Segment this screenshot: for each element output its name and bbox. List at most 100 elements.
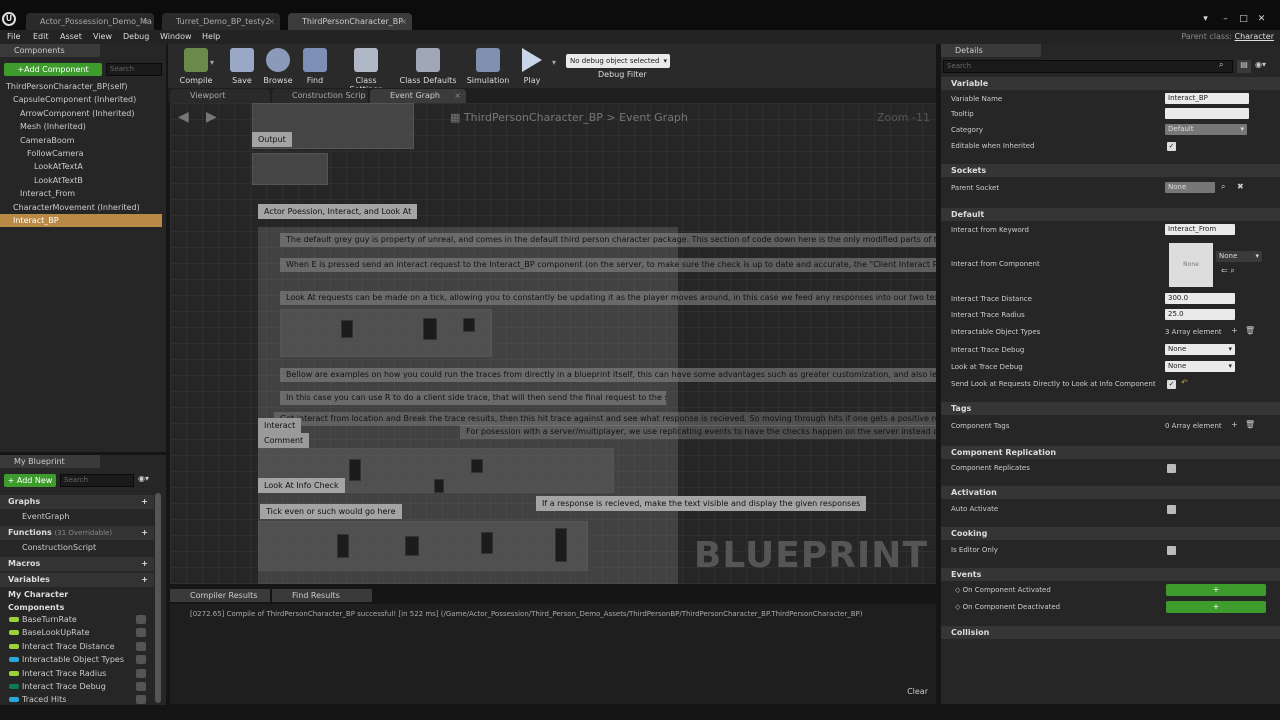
eye-icon[interactable]: [136, 615, 146, 624]
variable-item[interactable]: Interact Trace Debug: [0, 680, 150, 693]
reset-default-icon[interactable]: ↶: [1181, 378, 1188, 387]
my-character-category[interactable]: My Character: [0, 588, 150, 601]
object-types-label[interactable]: Interactable Object Types: [951, 326, 1040, 338]
add-tag-icon[interactable]: +: [1231, 420, 1238, 429]
component-tree-item[interactable]: CapsuleComponent (Inherited): [0, 93, 162, 106]
graph-node[interactable]: [555, 528, 567, 562]
event-graph-item[interactable]: EventGraph: [0, 510, 150, 523]
events-section[interactable]: Events: [941, 568, 1280, 581]
sockets-section[interactable]: Sockets: [941, 164, 1280, 177]
close-window-icon[interactable]: ✕: [1254, 12, 1269, 26]
component-thumbnail[interactable]: None: [1169, 243, 1213, 287]
component-tree-item[interactable]: ThirdPersonCharacter_BP(self): [0, 80, 162, 93]
variable-item[interactable]: Traced Hits: [0, 693, 150, 706]
tab-turret-demo[interactable]: Turret_Demo_BP_testy2 ×: [162, 13, 280, 30]
eye-icon[interactable]: [136, 628, 146, 638]
graphs-section[interactable]: Graphs +: [0, 495, 154, 509]
variable-item[interactable]: Interact Trace Radius: [0, 667, 150, 680]
close-icon[interactable]: ×: [454, 89, 461, 103]
auto-activate-checkbox[interactable]: [1167, 505, 1176, 514]
clear-socket-icon[interactable]: ✖: [1237, 182, 1244, 191]
clear-button[interactable]: Clear: [907, 687, 928, 696]
eye-icon[interactable]: [136, 655, 146, 665]
menu-view[interactable]: View: [93, 30, 112, 44]
graph-node[interactable]: [423, 318, 437, 340]
parent-socket-value[interactable]: None: [1165, 182, 1215, 193]
tab-third-person-character[interactable]: ThirdPersonCharacter_BP ×: [288, 13, 412, 30]
comment-desc3[interactable]: Look At requests can be made on a tick, …: [280, 291, 936, 305]
tab-compiler-results[interactable]: Compiler Results: [170, 589, 270, 602]
macros-section[interactable]: Macros +: [0, 557, 154, 571]
default-section[interactable]: Default: [941, 208, 1280, 221]
graph-node[interactable]: [341, 320, 353, 338]
eye-icon[interactable]: [136, 682, 146, 691]
graph-node[interactable]: [463, 318, 475, 332]
comment-main-title[interactable]: Actor Poession, Interact, and Look At: [258, 204, 418, 219]
tooltip-input[interactable]: [1165, 108, 1249, 119]
comment-response[interactable]: If a response is recieved, make the text…: [536, 496, 867, 511]
variable-item[interactable]: BaseLookUpRate: [0, 626, 150, 639]
tab-viewport[interactable]: Viewport: [170, 89, 270, 103]
replication-section[interactable]: Component Replication: [941, 446, 1280, 459]
node-cluster[interactable]: [252, 153, 328, 185]
send-look-at-checkbox[interactable]: ✓: [1167, 380, 1176, 389]
component-tree-item[interactable]: ArrowComponent (Inherited): [0, 107, 162, 120]
graph-node[interactable]: [481, 532, 493, 554]
comment-comment[interactable]: Comment: [258, 433, 310, 448]
variable-item[interactable]: BaseTurnRate: [0, 613, 150, 626]
menu-file[interactable]: File: [7, 30, 20, 44]
maximize-icon[interactable]: □: [1236, 12, 1251, 26]
category-select[interactable]: Default ▾: [1165, 124, 1247, 135]
comment-desc5[interactable]: In this case you can use R to do a clien…: [280, 391, 666, 405]
close-icon[interactable]: ×: [142, 13, 149, 30]
component-replicates-checkbox[interactable]: [1167, 464, 1176, 473]
variable-item[interactable]: Interactable Object Types: [0, 653, 150, 666]
graph-node[interactable]: [337, 534, 349, 558]
menu-debug[interactable]: Debug: [123, 30, 149, 44]
debug-object-select[interactable]: No debug object selected ▾: [566, 54, 670, 68]
trash-icon[interactable]: 🗑: [1245, 326, 1255, 335]
look-at-node-cluster[interactable]: [280, 309, 492, 357]
menu-edit[interactable]: Edit: [33, 30, 49, 44]
collision-section[interactable]: Collision: [941, 626, 1280, 639]
details-search-input[interactable]: Search: [943, 60, 1233, 73]
feedback-icon[interactable]: ▾: [1198, 12, 1213, 26]
tab-event-graph[interactable]: Event Graph ×: [370, 89, 466, 103]
eye-icon[interactable]: [136, 641, 146, 651]
minimize-icon[interactable]: –: [1218, 12, 1233, 26]
comment-desc2[interactable]: When E is pressed send an interact reque…: [280, 258, 936, 272]
menu-help[interactable]: Help: [202, 30, 220, 44]
trace-distance-input[interactable]: 300.0: [1165, 293, 1235, 304]
graph-node[interactable]: [434, 479, 444, 493]
graph-node[interactable]: [405, 536, 419, 556]
breadcrumb-root[interactable]: ThirdPersonCharacter_BP: [464, 111, 603, 124]
compile-button[interactable]: Compile: [170, 46, 222, 85]
back-icon[interactable]: ◀: [178, 109, 189, 125]
cooking-section[interactable]: Cooking: [941, 527, 1280, 540]
add-on-activated-button[interactable]: +: [1166, 584, 1266, 596]
my-blueprint-tab[interactable]: My Blueprint: [0, 455, 100, 468]
tick-node-cluster[interactable]: [258, 521, 588, 571]
comment-desc6[interactable]: Get interact from location and Break the…: [274, 412, 936, 426]
close-icon[interactable]: ×: [400, 13, 407, 30]
tags-section[interactable]: Tags: [941, 402, 1280, 415]
component-tree-item[interactable]: LookAtTextB: [0, 174, 162, 187]
my-blueprint-scrollbar[interactable]: [155, 493, 161, 703]
tab-actor-possession[interactable]: Actor_Possession_Demo_Ma ×: [26, 13, 154, 30]
play-options-icon[interactable]: ▾: [552, 58, 556, 67]
component-tree-item[interactable]: LookAtTextA: [0, 160, 162, 173]
view-options-icon[interactable]: ▤: [1237, 60, 1251, 73]
add-variable-icon[interactable]: +: [141, 573, 148, 587]
variable-section[interactable]: Variable: [941, 77, 1280, 90]
editable-inherited-checkbox[interactable]: ✓: [1167, 142, 1176, 151]
interact-component-select[interactable]: None ▾: [1216, 251, 1262, 262]
class-defaults-button[interactable]: Class Defaults: [398, 46, 458, 85]
component-tree-item[interactable]: CharacterMovement (Inherited): [0, 201, 162, 214]
trace-radius-input[interactable]: 25.0: [1165, 309, 1235, 320]
close-icon[interactable]: ×: [268, 13, 275, 30]
eye-icon[interactable]: ◉▾: [138, 474, 149, 483]
graph-node[interactable]: [349, 459, 361, 481]
comment-output[interactable]: Output: [252, 132, 292, 147]
eye-icon[interactable]: [136, 668, 146, 678]
components-tab[interactable]: Components: [0, 44, 100, 57]
